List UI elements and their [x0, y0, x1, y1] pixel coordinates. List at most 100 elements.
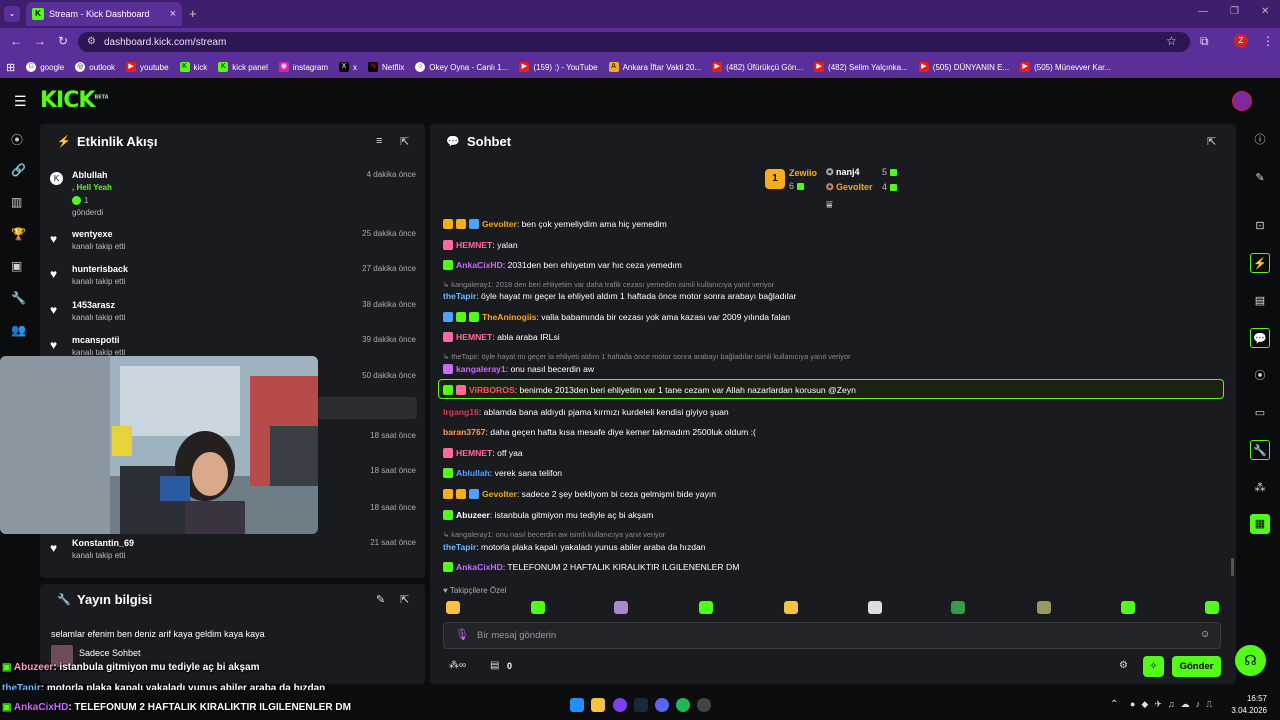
- chat-username[interactable]: Abuzeer: [456, 510, 490, 520]
- chat-message[interactable]: HEMNET: abla araba IRLsi: [443, 332, 560, 342]
- chat-message[interactable]: Gevolter: sadece 2 şey bekliyom bi ceza …: [443, 489, 716, 499]
- chat-username[interactable]: Gevolter: [482, 489, 517, 499]
- minimize-button[interactable]: —: [1198, 6, 1208, 17]
- clock-time[interactable]: 16:57: [1233, 694, 1267, 703]
- reply-context[interactable]: ↳ kangaleray1: onu nasıl becerdin aw isi…: [443, 530, 665, 539]
- bookmark-google[interactable]: Ggoogle: [26, 62, 64, 72]
- chat-username[interactable]: Ablullah: [456, 468, 490, 478]
- tray-expand-icon[interactable]: ⌃: [1110, 699, 1118, 710]
- bookmark-outlook[interactable]: ◎ outlook: [75, 62, 115, 72]
- info-icon[interactable]: ⓘ: [1250, 130, 1270, 150]
- community-icon[interactable]: 👥: [11, 323, 26, 337]
- chat-message[interactable]: HEMNET: off yaa: [443, 448, 523, 458]
- chat-username[interactable]: theTapir: [443, 542, 476, 552]
- back-button[interactable]: ←: [10, 34, 22, 48]
- site-info-icon[interactable]: ⚙: [87, 36, 96, 47]
- chat-toggle-icon[interactable]: 💬: [1250, 328, 1270, 348]
- chat-username[interactable]: ViRBOROS: [469, 385, 515, 395]
- link-icon[interactable]: 🔗: [11, 163, 26, 177]
- popout-icon[interactable]: ⇱: [1207, 135, 1216, 148]
- edit-icon[interactable]: ✎: [1250, 168, 1270, 188]
- chat-message[interactable]: Abuzeer: istanbula gitmiyon mu tediyle a…: [443, 510, 653, 520]
- emote-icon[interactable]: [1037, 601, 1051, 614]
- kick-chat-tool-icon[interactable]: ✧: [1143, 656, 1164, 677]
- reload-button[interactable]: ↻: [58, 34, 68, 48]
- bookmark-instagram[interactable]: ◉ instagram: [278, 62, 328, 72]
- leader-name[interactable]: ✪ Gevolter: [826, 182, 873, 193]
- points-icon[interactable]: ⁂: [1250, 478, 1270, 498]
- close-tab-icon[interactable]: ×: [170, 8, 176, 20]
- browser-tab[interactable]: K Stream - Kick Dashboard ×: [26, 2, 182, 26]
- chat-message[interactable]: HEMNET: yalan: [443, 240, 518, 250]
- obs-icon[interactable]: [697, 698, 711, 712]
- spotify-icon[interactable]: [676, 698, 690, 712]
- chrome-taskbar-icon[interactable]: [613, 698, 627, 712]
- emote-icon[interactable]: [699, 601, 713, 614]
- bookmark-x[interactable]: Xx: [339, 62, 357, 72]
- capture-icon[interactable]: ⊡: [1250, 216, 1270, 236]
- leader-name[interactable]: Zewiio: [789, 168, 817, 178]
- apps-icon[interactable]: ⊞: [6, 61, 15, 74]
- activity-toggle-icon[interactable]: ⚡: [1250, 253, 1270, 273]
- edit-icon[interactable]: ✎: [376, 593, 385, 606]
- app-icon[interactable]: ▦: [1250, 514, 1270, 534]
- bookmark-selim[interactable]: ▶ (482) Selim Yalçınka...: [814, 62, 908, 72]
- new-tab-button[interactable]: +: [189, 6, 197, 21]
- tray-icons[interactable]: ●◆✈♫☁♪⎍: [1130, 699, 1218, 710]
- chat-message[interactable]: lrgang16: ablamda bana aldıydı pjama kır…: [443, 407, 729, 417]
- chat-username[interactable]: AnkaCixHD: [456, 562, 503, 572]
- chat-username[interactable]: Gevolter: [482, 219, 517, 229]
- chat-message[interactable]: Ablullah: verek sana telifon: [443, 468, 562, 478]
- bookmark-okey[interactable]: ○ Okey Oyna - Canlı 1...: [415, 62, 508, 72]
- leader-name[interactable]: ✪ nanj4: [826, 167, 860, 178]
- bookmark-munevver[interactable]: ▶ (505) Münevver Kar...: [1020, 62, 1111, 72]
- bookmark-netflix[interactable]: N Netflix: [368, 62, 404, 72]
- emote-icon[interactable]: [614, 601, 628, 614]
- emote-icon[interactable]: [951, 601, 965, 614]
- close-window-button[interactable]: ✕: [1261, 6, 1269, 17]
- chat-message[interactable]: ViRBOROS: benimde 2013den beri ehliyetim…: [443, 385, 856, 395]
- chat-username[interactable]: lrgang16: [443, 407, 479, 417]
- tools-icon[interactable]: 🔧: [11, 291, 26, 305]
- bookmark-kick-panel[interactable]: Kkick panel: [218, 62, 268, 72]
- tools-toggle-icon[interactable]: 🔧: [1250, 440, 1270, 460]
- emote-icon[interactable]: [1205, 601, 1219, 614]
- chat-scrollbar[interactable]: [1231, 558, 1234, 576]
- file-explorer-icon[interactable]: [591, 698, 605, 712]
- chat-username[interactable]: AnkaCixHD: [456, 260, 503, 270]
- emote-icon[interactable]: [1121, 601, 1135, 614]
- kick-logo[interactable]: KICKBETA: [40, 88, 109, 113]
- filter-icon[interactable]: ≡: [376, 135, 382, 147]
- bookmark-dunyanin[interactable]: ▶ (505) DÜNYANIN E...: [918, 62, 1009, 72]
- server-icon[interactable]: ▭: [1250, 403, 1270, 423]
- chat-username[interactable]: kangaleray1: [456, 364, 506, 374]
- chat-message[interactable]: kangaleray1: onu nasıl becerdin aw: [443, 364, 594, 374]
- stream-icon[interactable]: ⦿: [11, 131, 23, 148]
- chat-username[interactable]: theTapir: [443, 291, 476, 301]
- expand-leaderboard-icon[interactable]: ⩸: [826, 199, 833, 212]
- bookmark-ankara[interactable]: A Ankara İftar Vakti 20...: [608, 62, 701, 72]
- analytics-icon[interactable]: ▥: [11, 195, 22, 209]
- popout-icon[interactable]: ⇱: [400, 593, 409, 606]
- chat-message[interactable]: AnkaCixHD: TELEFONUM 2 HAFTALIK KIRALIKT…: [443, 562, 739, 572]
- user-avatar[interactable]: [1232, 91, 1252, 111]
- chat-message[interactable]: Gevolter: ben çok yemeliydim ama hiç yem…: [443, 219, 667, 229]
- document-icon[interactable]: ▤: [1250, 291, 1270, 311]
- chat-settings-icon[interactable]: ⚙: [1119, 660, 1128, 671]
- send-button[interactable]: Gönder: [1172, 656, 1221, 677]
- steam-icon[interactable]: [634, 698, 648, 712]
- bookmark-kick[interactable]: Kkick: [179, 62, 207, 72]
- address-bar[interactable]: ⚙ dashboard.kick.com/stream: [78, 32, 1190, 52]
- chat-message[interactable]: AnkaCixHD: 2031den berı ehlıyetım var hı…: [443, 260, 682, 270]
- chat-username[interactable]: baran3767: [443, 427, 486, 437]
- trophy-icon[interactable]: 🏆: [11, 227, 26, 241]
- emote-icon[interactable]: [531, 601, 545, 614]
- microphone-icon[interactable]: 🎙: [455, 628, 469, 641]
- extensions-icon[interactable]: ⧉: [1200, 34, 1209, 49]
- bookmark-ufurukcu[interactable]: ▶ (482) Üfürükçü Gön...: [712, 62, 803, 72]
- reply-context[interactable]: ↳ kangaleray1: 2018 den beri ehliyetim v…: [443, 280, 774, 289]
- chat-message[interactable]: TheAninogiis: valla babamında bir cezası…: [443, 312, 790, 322]
- chat-username[interactable]: TheAninogiis: [482, 312, 536, 322]
- popout-icon[interactable]: ⇱: [400, 135, 409, 148]
- bookmark-star-icon[interactable]: ☆: [1166, 34, 1177, 48]
